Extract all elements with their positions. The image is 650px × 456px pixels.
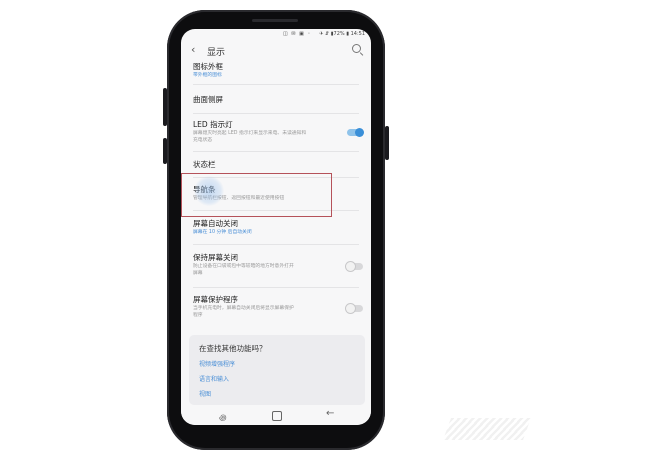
- setting-label: 屏幕自动关闭: [193, 219, 238, 228]
- setting-value: 屏幕在 10 分钟 后自动关闭: [193, 230, 252, 235]
- divider: [193, 84, 359, 85]
- power-button: [385, 126, 389, 160]
- bixby-button: [163, 138, 167, 164]
- divider: [193, 244, 359, 245]
- tutorial-highlight-box: [181, 173, 332, 217]
- setting-description: 屏幕: [193, 271, 203, 276]
- setting-keep-screen-off[interactable]: 保持屏幕关闭 防止设备在口袋或包中等较暗的地方时意外打开 屏幕: [193, 253, 363, 277]
- setting-description: 屏幕熄灭时亮起 LED 指示灯来显示来电、未读通知和: [193, 131, 307, 136]
- watermark: [442, 418, 532, 440]
- divider: [193, 151, 359, 152]
- status-bar: ◫ ✉ ▣ ◦ ✈ ⇵ ▮72% ▮ 14:51: [181, 29, 371, 39]
- setting-value: 带外框的图标: [193, 73, 222, 78]
- toggle-knob: [346, 262, 355, 271]
- setting-label: 曲面侧屏: [193, 95, 223, 104]
- back-arrow-icon[interactable]: ‹: [191, 43, 195, 56]
- setting-description: 当手机充电时，屏幕自动关闭后将显示屏幕保护: [193, 306, 294, 311]
- setting-label: 保持屏幕关闭: [193, 253, 238, 262]
- setting-icon-frames[interactable]: 图标外框 带外框的图标: [193, 62, 363, 79]
- status-right-info: ✈ ⇵ ▮72% ▮ 14:51: [319, 31, 365, 37]
- looking-for-more-card: 在查找其他功能吗？ 视频增强程序 语言和输入 视图: [189, 335, 365, 405]
- setting-screensaver[interactable]: 屏幕保护程序 当手机充电时，屏幕自动关闭后将显示屏幕保护 程序: [193, 295, 363, 319]
- screensaver-toggle[interactable]: [346, 304, 363, 313]
- page-title: 显示: [207, 48, 226, 58]
- divider: [193, 113, 359, 114]
- earpiece-speaker: [252, 19, 298, 22]
- setting-description: 程序: [193, 313, 203, 318]
- setting-label: LED 指示灯: [193, 120, 233, 129]
- search-icon[interactable]: [352, 44, 361, 53]
- setting-label: 图标外框: [193, 62, 223, 71]
- setting-label: 屏幕保护程序: [193, 295, 238, 304]
- more-link-view[interactable]: 视图: [199, 389, 211, 398]
- status-left-icons: ◫ ✉ ▣ ◦: [283, 31, 312, 37]
- volume-button: [163, 88, 167, 126]
- recent-apps-icon[interactable]: ꩜: [219, 411, 227, 423]
- toggle-knob: [346, 304, 355, 313]
- phone-screen: ◫ ✉ ▣ ◦ ✈ ⇵ ▮72% ▮ 14:51 ‹ 显示 图标外框 带外框的图…: [181, 29, 371, 425]
- home-icon[interactable]: [272, 411, 282, 421]
- setting-curved-edge[interactable]: 曲面侧屏: [193, 95, 363, 105]
- led-indicator-toggle[interactable]: [347, 128, 364, 137]
- setting-led-indicator[interactable]: LED 指示灯 屏幕熄灭时亮起 LED 指示灯来显示来电、未读通知和 充电状态: [193, 120, 363, 144]
- keep-screen-off-toggle[interactable]: [346, 262, 363, 271]
- more-link-video-enhancer[interactable]: 视频增强程序: [199, 359, 235, 368]
- app-header: ‹ 显示: [181, 41, 371, 61]
- divider: [193, 287, 359, 288]
- more-link-language-input[interactable]: 语言和输入: [199, 374, 229, 383]
- setting-description: 防止设备在口袋或包中等较暗的地方时意外打开: [193, 264, 294, 269]
- back-icon[interactable]: ←: [326, 408, 334, 419]
- toggle-knob: [355, 128, 364, 137]
- system-nav-bar: ꩜ ←: [181, 405, 371, 425]
- setting-label: 状态栏: [193, 160, 216, 169]
- more-card-title: 在查找其他功能吗？: [199, 344, 267, 353]
- setting-description: 充电状态: [193, 138, 213, 143]
- setting-screen-timeout[interactable]: 屏幕自动关闭 屏幕在 10 分钟 后自动关闭: [193, 219, 363, 236]
- setting-status-bar[interactable]: 状态栏: [193, 160, 363, 170]
